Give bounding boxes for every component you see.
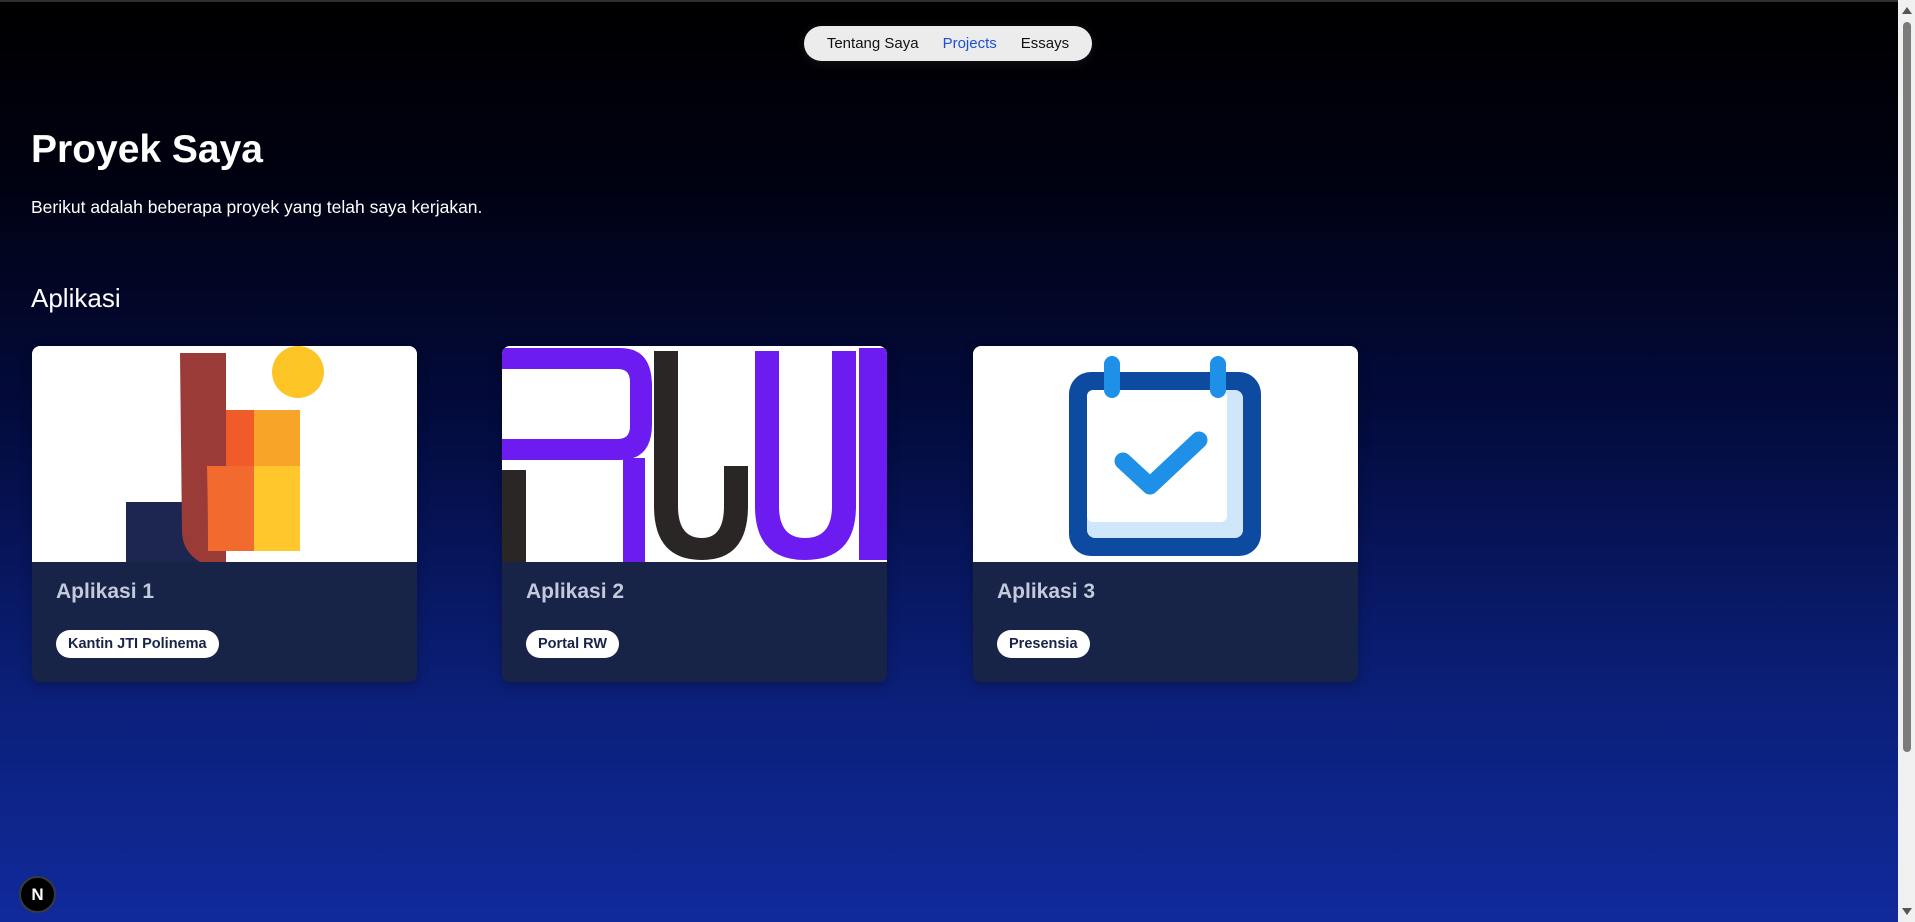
dev-tools-badge[interactable]: N <box>19 876 56 913</box>
rw-logo <box>502 346 887 562</box>
project-card-image <box>502 346 887 562</box>
dev-tools-badge-label: N <box>31 884 44 904</box>
page-subtitle: Berikut adalah beberapa proyek yang tela… <box>31 197 483 217</box>
project-card-image <box>32 346 417 562</box>
card-tag: Kantin JTI Polinema <box>56 630 219 658</box>
card-tag: Presensia <box>997 630 1090 658</box>
card-title: Aplikasi 3 <box>997 580 1096 603</box>
top-nav: Tentang Saya Projects Essays <box>804 26 1092 61</box>
scrollbar-thumb[interactable] <box>1903 22 1911 752</box>
calendar-check-icon <box>973 346 1358 562</box>
card-title: Aplikasi 1 <box>56 580 155 603</box>
scroll-up-arrow-icon[interactable] <box>1902 7 1912 14</box>
vertical-scrollbar[interactable] <box>1898 0 1915 922</box>
jti-logo <box>32 346 417 562</box>
card-tag: Portal RW <box>526 630 620 658</box>
project-card-2[interactable]: Aplikasi 2 Portal RW <box>502 346 887 682</box>
page-title: Proyek Saya <box>31 128 264 171</box>
project-card-1[interactable]: Aplikasi 1 Kantin JTI Polinema <box>32 346 417 682</box>
card-title: Aplikasi 2 <box>526 580 625 603</box>
section-title-aplikasi: Aplikasi <box>31 283 121 313</box>
project-card-image <box>973 346 1358 562</box>
nav-essays[interactable]: Essays <box>1021 35 1069 52</box>
nav-tentang-saya[interactable]: Tentang Saya <box>827 35 919 52</box>
window-top-border <box>0 0 1898 2</box>
nav-projects[interactable]: Projects <box>943 35 997 52</box>
scroll-down-arrow-icon[interactable] <box>1902 908 1912 915</box>
project-card-3[interactable]: Aplikasi 3 Presensia <box>973 346 1358 682</box>
